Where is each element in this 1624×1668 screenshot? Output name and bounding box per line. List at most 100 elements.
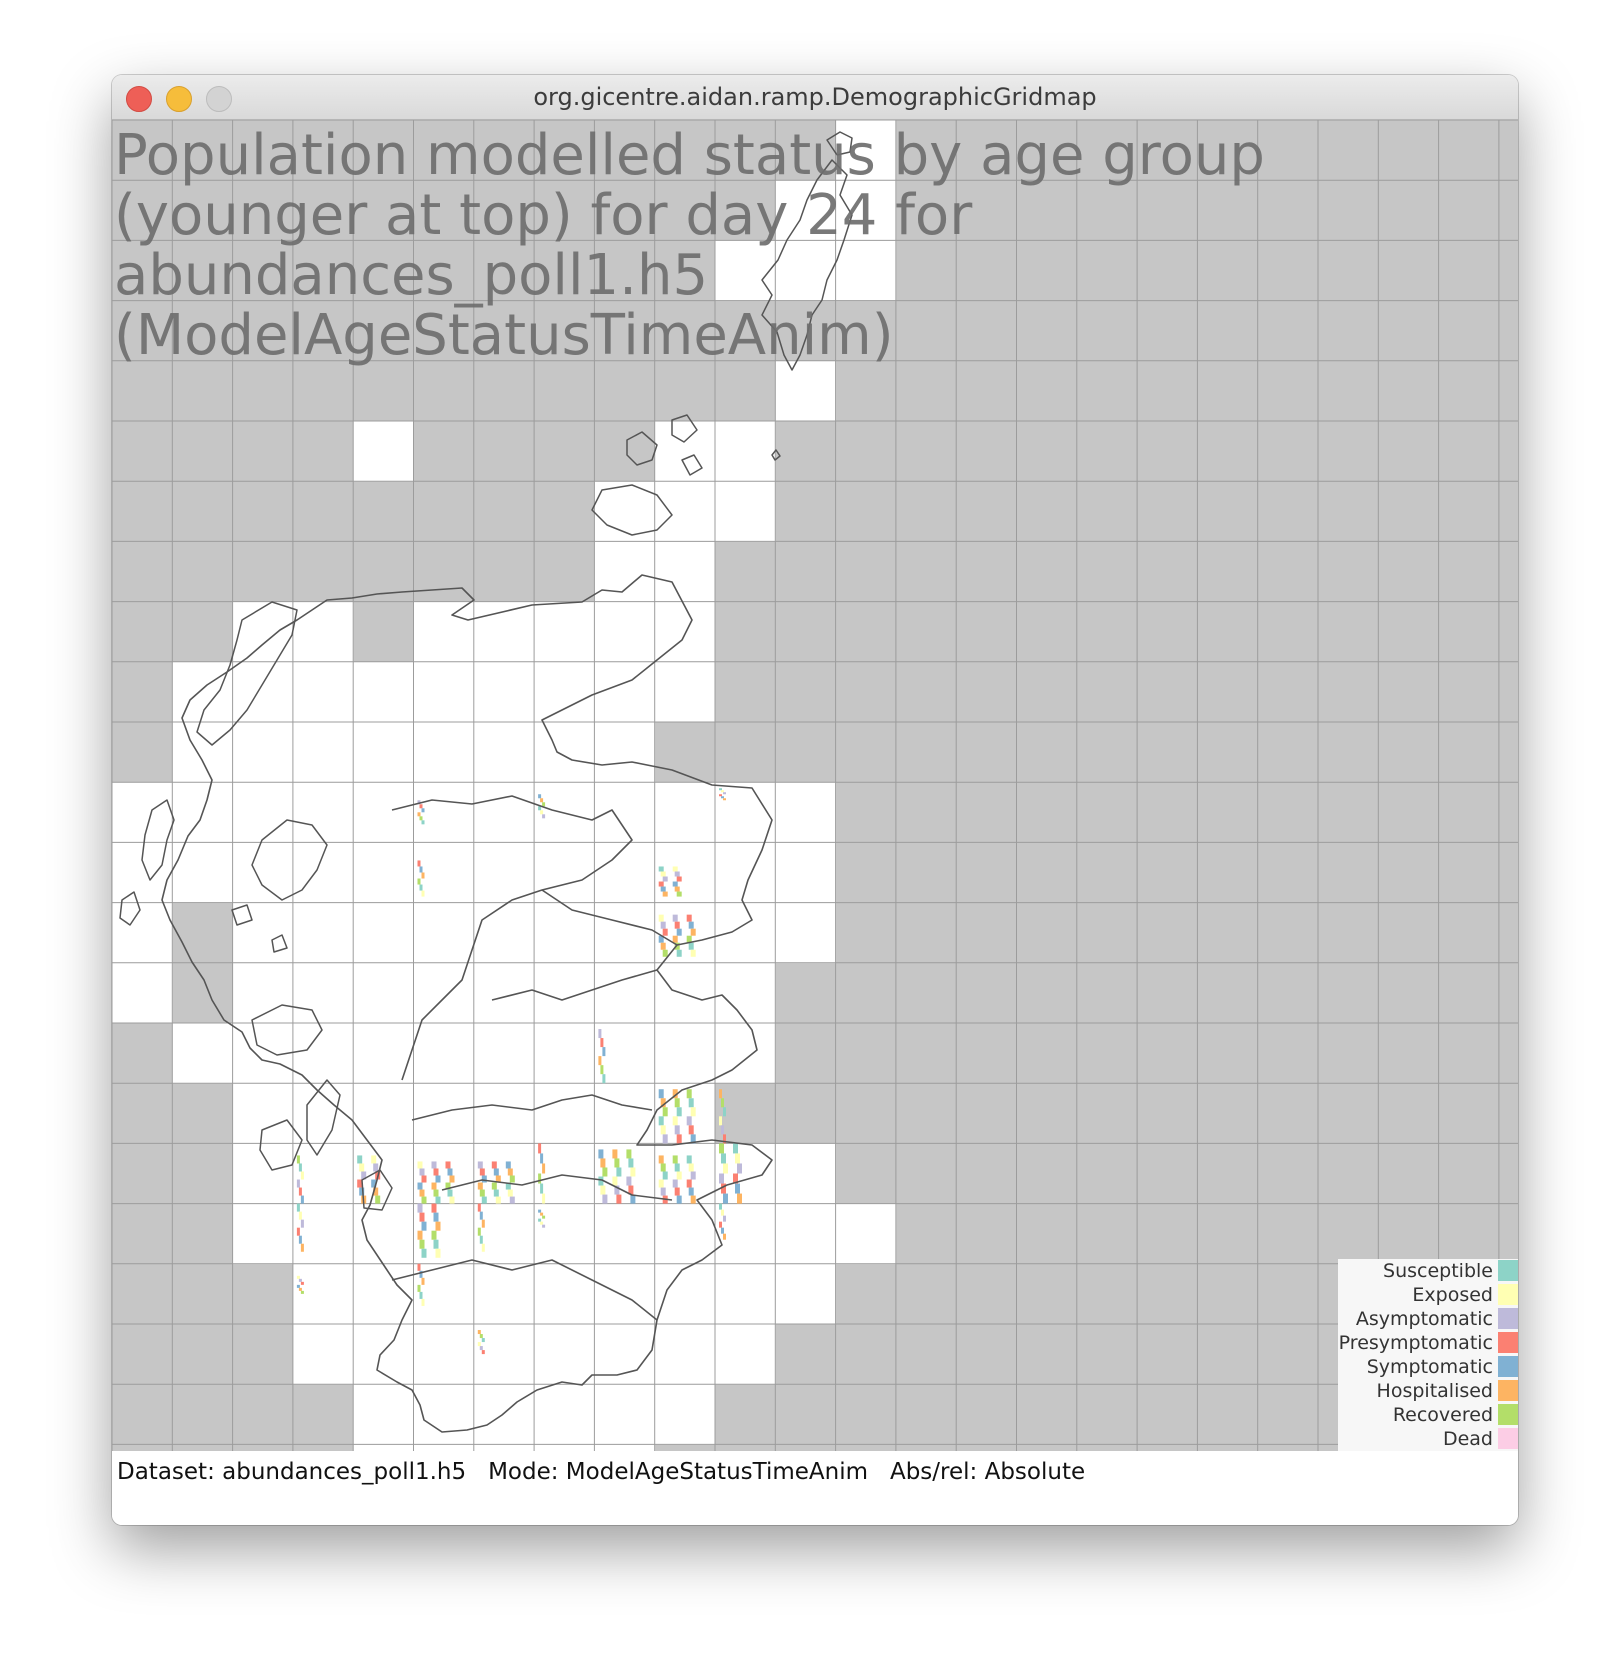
grid-cell[interactable] xyxy=(292,1263,354,1325)
grid-cell[interactable] xyxy=(292,902,354,964)
grid-cell[interactable] xyxy=(654,1263,716,1325)
grid-cell[interactable] xyxy=(594,842,656,904)
grid-cell[interactable] xyxy=(715,1324,776,1385)
grid-cell[interactable] xyxy=(353,1324,414,1385)
grid-cell[interactable] xyxy=(775,842,837,904)
grid-cell[interactable] xyxy=(594,782,656,843)
grid-cell[interactable] xyxy=(353,1444,414,1451)
grid-cell[interactable] xyxy=(534,1324,595,1385)
grid-cell[interactable] xyxy=(715,962,776,1024)
grid-cell[interactable] xyxy=(353,842,414,904)
grid-cell[interactable] xyxy=(534,1023,595,1084)
grid-cell[interactable] xyxy=(594,1384,656,1445)
grid-cell[interactable] xyxy=(353,1023,414,1084)
grid-cell[interactable] xyxy=(473,1023,535,1084)
grid-cell[interactable] xyxy=(353,1384,414,1445)
grid-cell[interactable] xyxy=(292,962,354,1024)
grid-cell[interactable] xyxy=(413,601,475,663)
grid-cell[interactable] xyxy=(353,1203,414,1265)
grid-cell[interactable] xyxy=(715,240,776,302)
grid-cell[interactable] xyxy=(172,1023,234,1084)
grid-cell[interactable] xyxy=(292,782,354,843)
grid-cell[interactable] xyxy=(112,962,173,1024)
grid-cell[interactable] xyxy=(534,1263,595,1325)
grid-cell[interactable] xyxy=(473,1203,535,1265)
grid-cell[interactable] xyxy=(594,1444,656,1451)
grid-cell[interactable] xyxy=(594,661,656,723)
grid-cell[interactable] xyxy=(654,1384,716,1445)
grid-cell[interactable] xyxy=(473,962,535,1024)
grid-cell[interactable] xyxy=(835,120,897,181)
grid-cell[interactable] xyxy=(292,661,354,723)
grid-cell[interactable] xyxy=(594,962,656,1024)
grid-cell[interactable] xyxy=(232,902,294,964)
grid-cell[interactable] xyxy=(654,421,716,482)
grid-cell[interactable] xyxy=(775,902,837,964)
grid-cell[interactable] xyxy=(654,481,716,542)
grid-cell[interactable] xyxy=(534,1083,595,1144)
grid-cell[interactable] xyxy=(534,661,595,723)
grid-cell[interactable] xyxy=(594,902,656,964)
grid-cell[interactable] xyxy=(534,902,595,964)
grid-cell[interactable] xyxy=(473,661,535,723)
grid-cell[interactable] xyxy=(232,782,294,843)
grid-cell[interactable] xyxy=(413,1023,475,1084)
grid-cell[interactable] xyxy=(594,1203,656,1265)
grid-cell[interactable] xyxy=(232,722,294,783)
grid-cell[interactable] xyxy=(353,421,414,482)
grid-cell[interactable] xyxy=(534,1444,595,1451)
grid-cell[interactable] xyxy=(473,1384,535,1445)
grid-cell[interactable] xyxy=(172,722,234,783)
grid-cell[interactable] xyxy=(775,1203,837,1265)
grid-cell[interactable] xyxy=(594,601,656,663)
grid-cell[interactable] xyxy=(232,1083,294,1144)
grid-cell[interactable] xyxy=(654,962,716,1024)
grid-cell[interactable] xyxy=(473,1324,535,1385)
grid-cell[interactable] xyxy=(715,902,776,964)
grid-cell[interactable] xyxy=(413,1324,475,1385)
grid-cell[interactable] xyxy=(292,1324,354,1385)
grid-cell[interactable] xyxy=(594,722,656,783)
grid-cell[interactable] xyxy=(292,1203,354,1265)
grid-cell[interactable] xyxy=(353,962,414,1024)
grid-cell[interactable] xyxy=(715,481,776,542)
grid-cell[interactable] xyxy=(473,1263,535,1325)
grid-cell[interactable] xyxy=(232,1143,294,1205)
grid-cell[interactable] xyxy=(353,661,414,723)
grid-cell[interactable] xyxy=(534,842,595,904)
grid-cell[interactable] xyxy=(292,722,354,783)
grid-cell[interactable] xyxy=(413,1083,475,1144)
grid-cell[interactable] xyxy=(534,601,595,663)
grid-cell[interactable] xyxy=(473,782,535,843)
grid-cell[interactable] xyxy=(835,240,897,302)
grid-cell[interactable] xyxy=(594,1083,656,1144)
grid-cell[interactable] xyxy=(473,902,535,964)
grid-cell[interactable] xyxy=(654,661,716,723)
grid-cell[interactable] xyxy=(534,1384,595,1445)
grid-cell[interactable] xyxy=(413,1444,475,1451)
grid-cell[interactable] xyxy=(473,1083,535,1144)
grid-cell[interactable] xyxy=(353,902,414,964)
grid-cell[interactable] xyxy=(353,782,414,843)
grid-cell[interactable] xyxy=(594,1263,656,1325)
grid-cell[interactable] xyxy=(775,240,837,302)
grid-cell[interactable] xyxy=(715,421,776,482)
grid-cell[interactable] xyxy=(654,1324,716,1385)
grid-cell[interactable] xyxy=(534,1203,595,1265)
grid-cell[interactable] xyxy=(775,782,837,843)
grid-cell[interactable] xyxy=(232,661,294,723)
grid-cell[interactable] xyxy=(232,1203,294,1265)
grid-cell[interactable] xyxy=(413,722,475,783)
grid-cell[interactable] xyxy=(654,601,716,663)
grid-cell[interactable] xyxy=(775,1143,837,1205)
grid-cell[interactable] xyxy=(835,180,897,241)
grid-cell[interactable] xyxy=(413,661,475,723)
title-bar[interactable]: org.gicentre.aidan.ramp.DemographicGridm… xyxy=(112,75,1518,120)
grid-cell[interactable] xyxy=(413,902,475,964)
grid-cell[interactable] xyxy=(292,842,354,904)
grid-cell[interactable] xyxy=(353,722,414,783)
grid-cell[interactable] xyxy=(654,1023,716,1084)
grid-cell[interactable] xyxy=(594,541,656,603)
grid-cell[interactable] xyxy=(775,360,837,422)
grid-cell[interactable] xyxy=(534,722,595,783)
